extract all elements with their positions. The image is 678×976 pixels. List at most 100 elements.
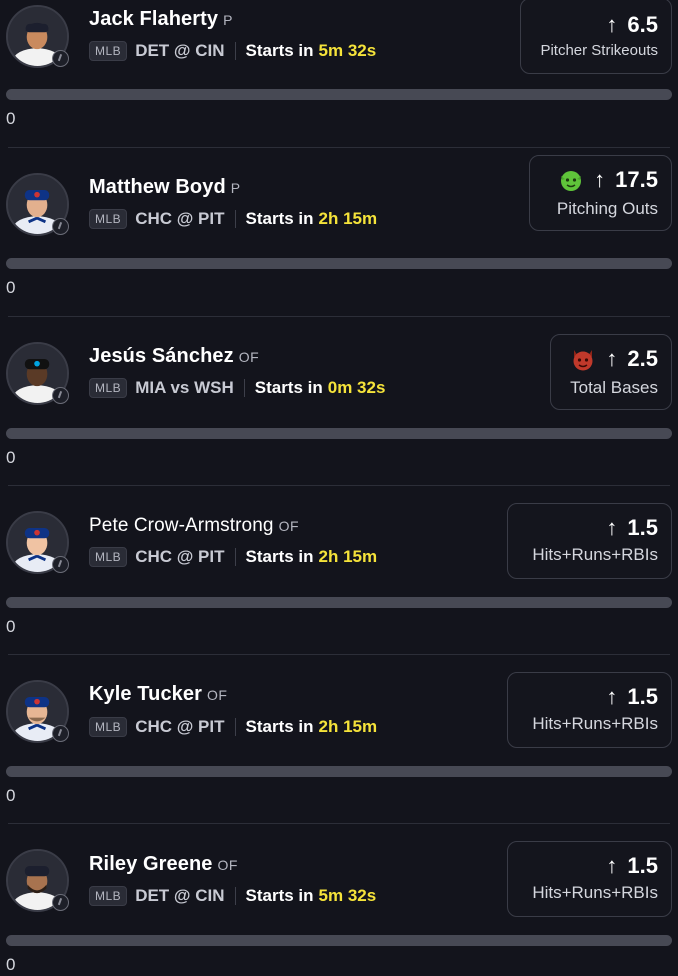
prop-line: 1.5 bbox=[627, 853, 658, 878]
starts-label: Starts in bbox=[254, 378, 323, 397]
prop-top: ↑ 1.5 bbox=[606, 855, 658, 877]
progress-count: 0 bbox=[6, 109, 16, 128]
divider bbox=[234, 887, 236, 905]
game-meta: MLB DET @ CIN Starts in 5m 32s bbox=[89, 884, 376, 908]
player-position: P bbox=[230, 180, 241, 196]
player-name: Pete Crow-Armstrong OF bbox=[89, 515, 299, 537]
prop-line: 1.5 bbox=[627, 684, 658, 709]
prop-line: 6.5 bbox=[627, 11, 658, 37]
countdown: 2h 15m bbox=[318, 717, 378, 736]
progress-bar bbox=[6, 766, 672, 777]
matchup: DET @ CIN bbox=[135, 886, 225, 905]
player-name-text: Pete Crow-Armstrong bbox=[89, 515, 274, 536]
prop-top: ↑ 1.5 bbox=[606, 517, 658, 539]
starts-label: Starts in bbox=[245, 209, 314, 228]
player-name-text: Matthew Boyd bbox=[89, 176, 226, 198]
player-row[interactable]: Pete Crow-Armstrong OF MLB CHC @ PIT Star… bbox=[0, 485, 678, 655]
countdown: 2h 15m bbox=[318, 547, 378, 566]
divider bbox=[234, 718, 236, 736]
prop-stat: Pitching Outs bbox=[556, 199, 658, 218]
starts-label: Starts in bbox=[245, 717, 314, 736]
matchup: CHC @ PIT bbox=[135, 209, 225, 228]
prop-stat: Pitcher Strikeouts bbox=[540, 41, 658, 59]
player-row[interactable]: Riley Greene OF MLB DET @ CIN Starts in 5… bbox=[0, 823, 678, 976]
clock-icon bbox=[52, 894, 69, 911]
player-position: OF bbox=[278, 518, 300, 534]
clock-icon bbox=[52, 50, 69, 67]
clock-icon bbox=[52, 556, 69, 573]
arrow-up-icon: ↑ bbox=[594, 167, 606, 192]
progress-count: 0 bbox=[6, 448, 16, 467]
player-prop-list: Jack Flaherty P MLB DET @ CIN Starts in 5… bbox=[0, 0, 678, 976]
progress-bar bbox=[6, 428, 672, 439]
prop-line: 1.5 bbox=[627, 515, 658, 540]
goblin-icon bbox=[558, 167, 584, 193]
matchup: CHC @ PIT bbox=[135, 717, 225, 736]
player-name: Jesús Sánchez OF bbox=[89, 345, 259, 368]
game-meta: MLB DET @ CIN Starts in 5m 32s bbox=[89, 39, 376, 63]
player-row[interactable]: Matthew Boyd P MLB CHC @ PIT Starts in 2h… bbox=[0, 147, 678, 317]
matchup: MIA vs WSH bbox=[135, 378, 234, 397]
prop-line: 2.5 bbox=[627, 346, 658, 371]
divider bbox=[234, 548, 236, 566]
progress-count: 0 bbox=[6, 617, 16, 636]
prop-top: ↑ 17.5 bbox=[558, 167, 658, 193]
prop-card[interactable]: ↑ 1.5 Hits+Runs+RBIs bbox=[507, 672, 672, 748]
player-row[interactable]: Jesús Sánchez OF MLB MIA vs WSH Starts in… bbox=[0, 316, 678, 486]
arrow-up-icon: ↑ bbox=[606, 684, 618, 709]
prop-card[interactable]: ↑ 1.5 Hits+Runs+RBIs bbox=[507, 503, 672, 579]
prop-card[interactable]: ↑ 17.5 Pitching Outs bbox=[529, 155, 672, 231]
matchup: DET @ CIN bbox=[135, 41, 225, 60]
player-row[interactable]: Jack Flaherty P MLB DET @ CIN Starts in 5… bbox=[0, 0, 678, 169]
player-position: OF bbox=[217, 857, 238, 873]
game-meta: MLB MIA vs WSH Starts in 0m 32s bbox=[89, 376, 385, 400]
prop-top: ↑ 6.5 bbox=[606, 11, 658, 37]
player-name-text: Kyle Tucker bbox=[89, 683, 203, 705]
prop-card[interactable]: ↑ 6.5 Pitcher Strikeouts bbox=[520, 0, 672, 74]
prop-stat: Total Bases bbox=[570, 378, 658, 397]
player-name: Jack Flaherty P bbox=[89, 8, 233, 31]
game-meta: MLB CHC @ PIT Starts in 2h 15m bbox=[89, 207, 377, 231]
progress-bar bbox=[6, 597, 672, 608]
player-row[interactable]: Kyle Tucker OF MLB CHC @ PIT Starts in 2h… bbox=[0, 654, 678, 824]
arrow-up-icon: ↑ bbox=[606, 853, 618, 878]
player-name-text: Jack Flaherty bbox=[89, 8, 219, 30]
progress-count: 0 bbox=[6, 955, 16, 974]
league-badge: MLB bbox=[89, 886, 128, 906]
clock-icon bbox=[52, 387, 69, 404]
player-name: Matthew Boyd P bbox=[89, 176, 241, 199]
arrow-up-icon: ↑ bbox=[606, 515, 618, 540]
league-badge: MLB bbox=[89, 41, 128, 61]
game-meta: MLB CHC @ PIT Starts in 2h 15m bbox=[89, 715, 377, 739]
progress-bar bbox=[6, 258, 672, 269]
progress-bar bbox=[6, 89, 672, 100]
clock-icon bbox=[52, 725, 69, 742]
player-position: OF bbox=[238, 349, 260, 365]
arrow-up-icon: ↑ bbox=[606, 346, 618, 371]
prop-top: ↑ 1.5 bbox=[606, 686, 658, 708]
player-name-text: Jesús Sánchez bbox=[89, 345, 234, 367]
league-badge: MLB bbox=[89, 547, 128, 567]
starts-label: Starts in bbox=[245, 886, 314, 905]
progress-count: 0 bbox=[6, 786, 16, 805]
player-name: Riley Greene OF bbox=[89, 853, 238, 876]
prop-card[interactable]: ↑ 1.5 Hits+Runs+RBIs bbox=[507, 841, 672, 917]
prop-stat: Hits+Runs+RBIs bbox=[532, 545, 658, 564]
matchup: CHC @ PIT bbox=[135, 547, 225, 566]
countdown: 0m 32s bbox=[327, 378, 386, 397]
progress-bar bbox=[6, 935, 672, 946]
demon-icon bbox=[570, 346, 596, 372]
starts-label: Starts in bbox=[245, 547, 314, 566]
starts-label: Starts in bbox=[245, 41, 314, 60]
league-badge: MLB bbox=[89, 378, 128, 398]
countdown: 5m 32s bbox=[318, 886, 377, 905]
prop-card[interactable]: ↑ 2.5 Total Bases bbox=[550, 334, 672, 410]
player-position: P bbox=[223, 12, 233, 28]
player-name: Kyle Tucker OF bbox=[89, 683, 227, 706]
progress-count: 0 bbox=[6, 278, 16, 297]
league-badge: MLB bbox=[89, 209, 128, 229]
player-position: OF bbox=[207, 687, 228, 703]
countdown: 5m 32s bbox=[318, 41, 377, 60]
game-meta: MLB CHC @ PIT Starts in 2h 15m bbox=[89, 545, 377, 569]
player-name-text: Riley Greene bbox=[89, 853, 213, 875]
